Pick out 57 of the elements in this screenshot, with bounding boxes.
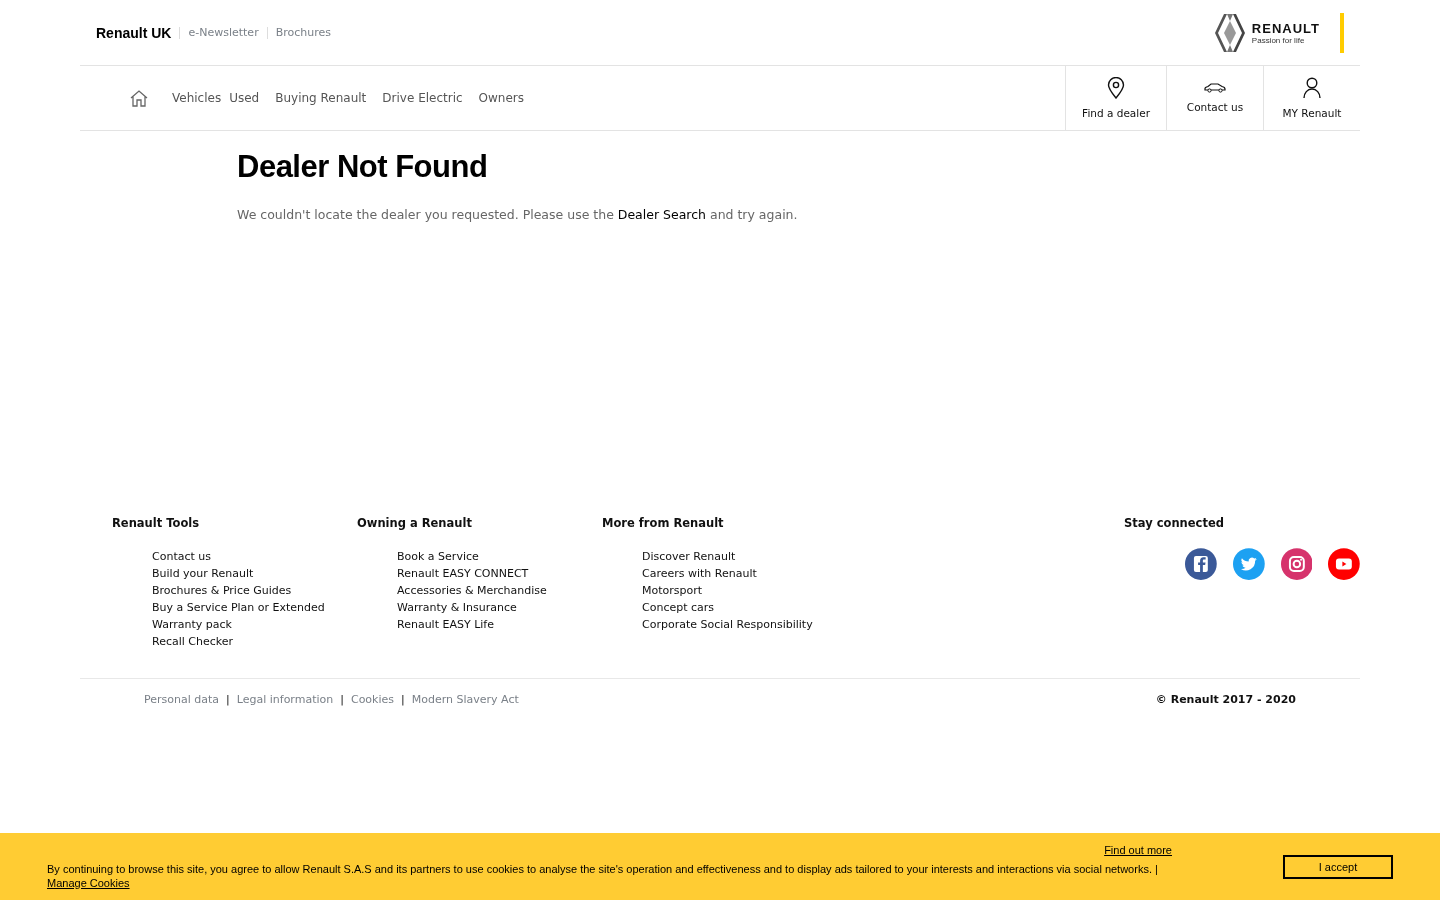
- car-icon: [1204, 83, 1226, 93]
- nav-link[interactable]: Owners: [478, 91, 525, 105]
- header-link[interactable]: e-Newsletter: [179, 26, 267, 39]
- page-title: Dealer Not Found: [237, 149, 489, 185]
- site-title[interactable]: Renault UK: [96, 24, 172, 41]
- footer-link[interactable]: Motorsport: [642, 584, 703, 597]
- footer-link[interactable]: Renault EASY Life: [397, 618, 494, 631]
- footer-link[interactable]: Discover Renault: [642, 550, 736, 563]
- legal-link[interactable]: Personal data: [144, 692, 220, 706]
- instagram-icon[interactable]: [1280, 548, 1313, 580]
- nav-action-link[interactable]: MY Renault: [1263, 66, 1360, 130]
- footer-link[interactable]: Renault EASY CONNECT: [397, 567, 529, 580]
- nav-action-link[interactable]: Contact us: [1166, 66, 1263, 130]
- copyright-text: © Renault 2017 - 2020: [1155, 692, 1296, 706]
- cookie-notice: By continuing to browse this site, you agree to allow Renault S.A.S and its partners to use cookies to analyse the site's operation and effectiveness and to display ads tailored to your interests and interactions via social networks. | Manage Cookies: [47, 861, 1159, 890]
- legal-link[interactable]: Modern Slavery Act: [411, 692, 519, 706]
- footer-heading: Stay connected: [1124, 516, 1225, 530]
- manage-cookies-link[interactable]: Manage Cookies: [47, 876, 130, 889]
- footer-link[interactable]: Corporate Social Responsibility: [642, 618, 813, 631]
- footer-link[interactable]: Warranty & Insurance: [397, 601, 517, 614]
- header-link[interactable]: Brochures: [266, 26, 339, 39]
- nav-action-link[interactable]: Find a dealer: [1065, 66, 1166, 130]
- footer-link[interactable]: Contact us: [152, 550, 211, 563]
- footer-link[interactable]: Build your Renault: [152, 567, 254, 580]
- footer-link[interactable]: Warranty pack: [152, 618, 232, 631]
- footer-link[interactable]: Book a Service: [397, 550, 479, 563]
- diamond-logo-icon: [1213, 12, 1246, 53]
- accept-button[interactable]: I accept: [1283, 854, 1393, 879]
- youtube-icon[interactable]: [1328, 548, 1360, 580]
- find-out-more-link[interactable]: Find out more: [1104, 843, 1172, 856]
- footer-link[interactable]: Accessories & Merchandise: [397, 584, 547, 597]
- facebook-icon[interactable]: [1185, 548, 1217, 580]
- map-pin-icon: [1107, 77, 1126, 99]
- twitter-icon[interactable]: [1232, 548, 1265, 580]
- nav-link[interactable]: Buying Renault: [275, 91, 367, 105]
- home-icon[interactable]: [130, 89, 148, 107]
- separator: |: [226, 692, 230, 706]
- legal-link[interactable]: Cookies: [350, 692, 395, 706]
- separator: |: [401, 692, 405, 706]
- legal-link[interactable]: Legal information: [236, 692, 334, 706]
- footer-link[interactable]: Careers with Renault: [642, 567, 757, 580]
- footer-heading: More from Renault: [602, 516, 725, 530]
- error-message: We couldn't locate the dealer you requested. Please use the Dealer Search and try again.: [237, 207, 799, 222]
- logo-tagline: Passion for life: [1251, 35, 1306, 45]
- dealer-search-link[interactable]: Dealer Search: [617, 207, 706, 222]
- nav-link[interactable]: Used: [229, 91, 260, 105]
- footer-link[interactable]: Buy a Service Plan or Extended: [152, 601, 325, 614]
- logo-wordmark: RENAULT: [1251, 20, 1320, 36]
- separator: |: [340, 692, 344, 706]
- footer-link[interactable]: Brochures & Price Guides: [152, 584, 292, 597]
- footer-heading: Owning a Renault: [357, 516, 473, 530]
- footer-heading: Renault Tools: [112, 516, 201, 530]
- person-icon: [1302, 77, 1322, 99]
- nav-link[interactable]: Vehicles: [172, 91, 222, 105]
- footer-link[interactable]: Concept cars: [642, 601, 715, 614]
- nav-link[interactable]: Drive Electric: [382, 91, 463, 105]
- footer-link[interactable]: Recall Checker: [152, 635, 234, 648]
